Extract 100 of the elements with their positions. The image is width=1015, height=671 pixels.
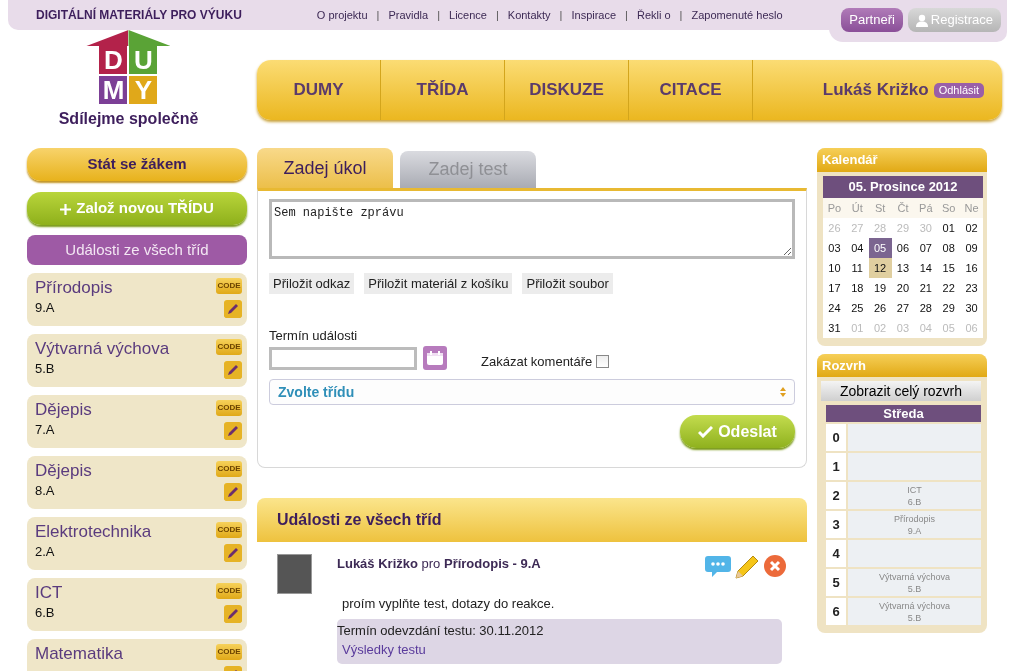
calendar-day[interactable]: 03 <box>823 237 846 258</box>
day-heading: Středa <box>826 405 981 422</box>
class-subject: Výtvarná výchova <box>35 339 170 359</box>
code-button[interactable]: CODE <box>216 583 242 599</box>
disable-comments-checkbox[interactable] <box>596 354 610 368</box>
pencil-icon[interactable] <box>224 483 242 501</box>
pencil-icon[interactable] <box>224 300 242 318</box>
composer-tab[interactable]: Zadej úkol <box>257 148 393 188</box>
nav-link[interactable]: Kontakty <box>507 6 551 24</box>
calendar-day[interactable]: 04 <box>845 237 869 258</box>
period-number: 6 <box>826 598 846 625</box>
message-field[interactable]: Sem napište zprávu <box>269 199 795 259</box>
calendar-day[interactable]: 23 <box>960 277 983 298</box>
weekday-label: Ne <box>960 197 983 218</box>
calendar-day[interactable]: 26 <box>868 297 892 318</box>
comment-icon[interactable] <box>705 554 731 578</box>
pencil-icon[interactable] <box>224 361 242 379</box>
calendar-day[interactable]: 06 <box>891 237 915 258</box>
nav-link[interactable]: Řekli o <box>636 6 671 24</box>
user-name: Lukáš Križko <box>822 79 929 102</box>
attach-button[interactable]: Přiložit materiál z košíku <box>364 272 513 294</box>
calendar-day[interactable]: 30 <box>960 297 983 318</box>
pencil-icon[interactable] <box>224 605 242 623</box>
pencil-icon[interactable] <box>224 544 242 562</box>
separator: | <box>376 7 380 23</box>
calendar-day[interactable]: 29 <box>937 297 961 318</box>
calendar-day[interactable]: 16 <box>960 257 983 278</box>
calendar-day[interactable]: 31 <box>823 317 846 338</box>
main-nav-item[interactable]: DISKUZE <box>505 60 629 120</box>
join-button[interactable]: Stát se žákem <box>27 148 247 181</box>
code-button[interactable]: CODE <box>216 644 242 660</box>
results-link[interactable]: Výsledky testu <box>337 642 426 657</box>
nav-link[interactable]: Licence <box>449 6 487 24</box>
calendar-day[interactable]: 07 <box>914 237 938 258</box>
class-name: 7.A <box>35 421 56 439</box>
calendar-day[interactable]: 15 <box>937 257 961 278</box>
calendar-heading: 05. Prosince 2012 <box>823 175 983 198</box>
class-card[interactable]: Dějepis 8.A CODE <box>27 456 247 509</box>
calendar-day[interactable]: 14 <box>914 257 938 278</box>
class-select[interactable]: Zvolte třídu <box>269 379 795 405</box>
calendar-day[interactable]: 22 <box>937 277 961 298</box>
pencil-icon[interactable] <box>224 422 242 440</box>
pencil-icon[interactable] <box>734 554 760 580</box>
class-card[interactable]: Elektrotechnika 2.A CODE <box>27 517 247 570</box>
code-button[interactable]: CODE <box>216 461 242 477</box>
calendar-day[interactable]: 20 <box>891 277 915 298</box>
class-name: 8.A <box>35 482 56 500</box>
code-button[interactable]: CODE <box>216 278 242 294</box>
calendar-day[interactable]: 05 <box>868 237 892 258</box>
calendar-day[interactable]: 13 <box>891 257 915 278</box>
class-subject: Elektrotechnika <box>35 522 152 542</box>
calendar-day[interactable]: 21 <box>914 277 938 298</box>
show-schedule-button[interactable]: Zobrazit celý rozvrh <box>821 381 981 401</box>
code-button[interactable]: CODE <box>216 400 242 416</box>
calendar-day[interactable]: 01 <box>937 217 961 238</box>
main-nav-item[interactable]: CITACE <box>629 60 753 120</box>
class-card[interactable]: Výtvarná výchova 5.B CODE <box>27 334 247 387</box>
attach-button[interactable]: Přiložit odkaz <box>269 272 355 294</box>
nav-link[interactable]: Zapomenuté heslo <box>691 6 783 24</box>
class-subject: Přírodopis <box>35 278 113 298</box>
logout-button[interactable]: Odhlásit <box>933 82 984 98</box>
all-events-button[interactable]: Události ze všech tříd <box>27 235 247 265</box>
calendar-day[interactable]: 12 <box>868 257 892 278</box>
main-nav-item[interactable]: DUMY <box>257 60 381 120</box>
calendar-day[interactable]: 25 <box>845 297 869 318</box>
calendar-day[interactable]: 19 <box>868 277 892 298</box>
avatar-placeholder <box>277 554 312 594</box>
separator: | <box>679 7 683 23</box>
calendar-day[interactable]: 18 <box>845 277 869 298</box>
calendar-day[interactable]: 27 <box>891 297 915 318</box>
calendar-day[interactable]: 17 <box>823 277 846 298</box>
logo[interactable]: D U M Y Sdílejme společně <box>58 30 199 131</box>
calendar-day[interactable]: 28 <box>914 297 938 318</box>
deadline-field[interactable] <box>269 346 417 370</box>
code-button[interactable]: CODE <box>216 522 242 538</box>
calendar-day[interactable]: 08 <box>937 237 961 258</box>
code-button[interactable]: CODE <box>216 339 242 355</box>
delete-icon[interactable] <box>763 554 787 578</box>
nav-link[interactable]: Inspirace <box>571 6 617 24</box>
calendar-button[interactable] <box>423 346 447 371</box>
calendar-day[interactable]: 24 <box>823 297 846 318</box>
class-name: 5.B <box>35 360 56 378</box>
calendar-day[interactable]: 09 <box>960 237 983 258</box>
class-card[interactable]: Přírodopis 9.A CODE <box>27 273 247 326</box>
class-card[interactable]: ICT 6.B CODE <box>27 578 247 631</box>
calendar-day[interactable]: 10 <box>823 257 846 278</box>
partners-button[interactable]: Partneři <box>841 8 903 32</box>
nav-link[interactable]: Pravidla <box>388 6 429 24</box>
period-number: 3 <box>826 511 846 538</box>
calendar-day[interactable]: 02 <box>960 217 983 238</box>
attach-button[interactable]: Přiložit soubor <box>522 272 613 294</box>
nav-link[interactable]: O projektu <box>316 6 368 24</box>
class-name: 2.A <box>35 543 56 561</box>
main-nav-item[interactable]: TŘÍDA <box>381 60 505 120</box>
class-card[interactable]: Dějepis 7.A CODE <box>27 395 247 448</box>
class-card[interactable]: Matematika CODE <box>27 639 247 671</box>
event-text: proím vyplňte test, dotazy do reakce. <box>341 595 556 613</box>
separator: | <box>437 7 440 23</box>
calendar-day[interactable]: 11 <box>845 257 869 278</box>
weekday-label: Pá <box>914 197 938 218</box>
